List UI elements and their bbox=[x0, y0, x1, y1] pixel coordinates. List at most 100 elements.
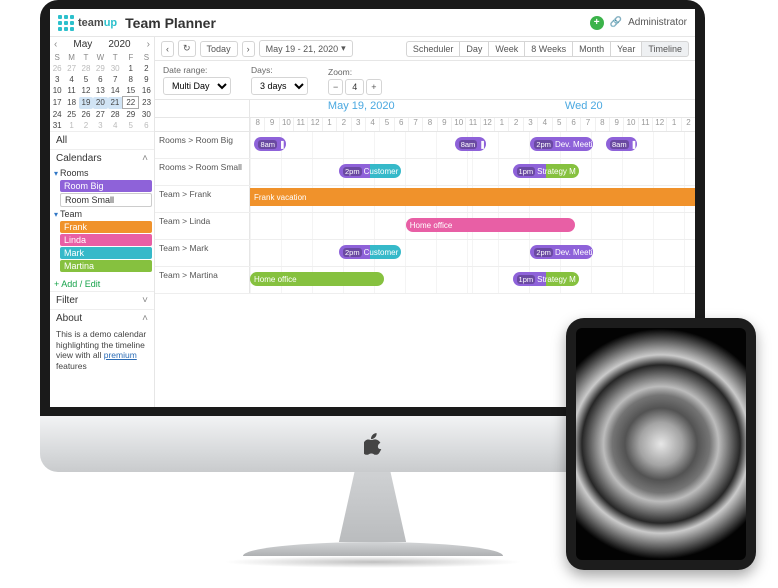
timeline-day-header[interactable]: May 19, 2020 bbox=[250, 100, 473, 117]
timeline-row-body[interactable]: 8am❚ 8am❚ 2pmDev. Meeti 8am❚ bbox=[250, 132, 695, 158]
mini-cal-day[interactable]: 14 bbox=[108, 85, 123, 97]
zoom-out-button[interactable]: − bbox=[328, 79, 343, 95]
add-button[interactable]: + bbox=[590, 16, 604, 30]
mini-cal-day[interactable]: 6 bbox=[139, 120, 154, 131]
mini-cal-day[interactable]: 27 bbox=[93, 109, 107, 121]
mini-cal-day[interactable]: 1 bbox=[123, 63, 139, 74]
timeline-row-body[interactable]: 2pmCustomer 1pmStrategy M bbox=[250, 159, 695, 185]
mini-calendar[interactable]: SMTWTFS 26272829301234567891011121314151… bbox=[50, 52, 154, 131]
mini-cal-day[interactable]: 12 bbox=[79, 85, 93, 97]
timeline-row-body[interactable]: Home office 1pmStrategy M bbox=[250, 267, 695, 293]
view-tab-month[interactable]: Month bbox=[572, 41, 610, 57]
mini-cal-day[interactable]: 11 bbox=[64, 85, 78, 97]
mini-cal-day[interactable]: 3 bbox=[50, 74, 64, 85]
mini-cal-day[interactable]: 27 bbox=[64, 63, 78, 74]
date-range-picker[interactable]: May 19 - 21, 2020▾ bbox=[259, 40, 353, 57]
timeline-event[interactable]: 2pmCustomer bbox=[339, 164, 401, 178]
days-select[interactable]: 3 days bbox=[251, 77, 308, 95]
timeline-event[interactable]: Home office bbox=[406, 218, 575, 232]
tablet-mockup bbox=[566, 318, 756, 570]
mini-cal-day[interactable]: 6 bbox=[93, 74, 107, 85]
calendar-item[interactable]: Linda bbox=[60, 234, 152, 246]
date-range-select[interactable]: Multi Day bbox=[163, 77, 231, 95]
timeline-hour-tick: 4 bbox=[537, 118, 551, 131]
zoom-in-button[interactable]: + bbox=[366, 79, 381, 95]
sidebar-about-toggle[interactable]: About˄ bbox=[50, 309, 154, 327]
timeline-row-body[interactable]: Home office bbox=[250, 213, 695, 239]
calendar-group[interactable]: ▾Rooms bbox=[52, 167, 152, 179]
sidebar-all[interactable]: All bbox=[50, 131, 154, 149]
mini-cal-day[interactable]: 31 bbox=[50, 120, 64, 131]
timeline-event[interactable]: 2pmCustomer bbox=[339, 245, 401, 259]
view-tab-scheduler[interactable]: Scheduler bbox=[406, 41, 460, 57]
today-button[interactable]: Today bbox=[200, 41, 238, 57]
timeline-row-body[interactable]: 2pmCustomer 2pmDev. Meeti bbox=[250, 240, 695, 266]
mini-cal-day[interactable]: 10 bbox=[50, 85, 64, 97]
mini-cal-day[interactable]: 7 bbox=[108, 74, 123, 85]
mini-cal-day[interactable]: 17 bbox=[50, 97, 64, 109]
sidebar-calendars-toggle[interactable]: Calendars˄ bbox=[50, 149, 154, 167]
mini-cal-day[interactable]: 5 bbox=[79, 74, 93, 85]
timeline-event[interactable]: 2pmDev. Meeti bbox=[530, 137, 592, 151]
prev-button[interactable]: ‹ bbox=[161, 41, 174, 57]
timeline-event[interactable]: 1pmStrategy M bbox=[513, 164, 580, 178]
mini-cal-day[interactable]: 22 bbox=[123, 97, 139, 109]
mini-cal-day[interactable]: 28 bbox=[108, 109, 123, 121]
calendar-item[interactable]: Mark bbox=[60, 247, 152, 259]
mini-cal-day[interactable]: 15 bbox=[123, 85, 139, 97]
mini-cal-day[interactable]: 21 bbox=[108, 97, 123, 109]
add-edit-link[interactable]: + Add / Edit bbox=[50, 277, 154, 291]
mini-cal-day[interactable]: 2 bbox=[79, 120, 93, 131]
mini-cal-day[interactable]: 1 bbox=[64, 120, 78, 131]
mini-cal-day[interactable]: 13 bbox=[93, 85, 107, 97]
timeline-event[interactable]: Frank vacation bbox=[250, 188, 695, 206]
timeline-day-header[interactable]: Wed 20 bbox=[473, 100, 696, 117]
mini-cal-prev[interactable]: ‹ bbox=[54, 39, 57, 50]
mini-cal-day[interactable]: 24 bbox=[50, 109, 64, 121]
mini-cal-day[interactable]: 18 bbox=[64, 97, 78, 109]
mini-cal-day[interactable]: 29 bbox=[93, 63, 107, 74]
mini-cal-day[interactable]: 29 bbox=[123, 109, 139, 121]
calendar-item[interactable]: Frank bbox=[60, 221, 152, 233]
mini-cal-day[interactable]: 5 bbox=[123, 120, 139, 131]
mini-cal-day[interactable]: 9 bbox=[139, 74, 154, 85]
timeline-event[interactable]: 8am❚ bbox=[606, 137, 637, 151]
refresh-button[interactable]: ↻ bbox=[178, 40, 196, 57]
mini-cal-day[interactable]: 30 bbox=[108, 63, 123, 74]
admin-label[interactable]: Administrator bbox=[628, 17, 687, 28]
view-tab-week[interactable]: Week bbox=[488, 41, 524, 57]
timeline-event[interactable]: 8am❚ bbox=[455, 137, 486, 151]
mini-cal-day[interactable]: 26 bbox=[50, 63, 64, 74]
mini-cal-day[interactable]: 25 bbox=[64, 109, 78, 121]
calendar-item[interactable]: Martina bbox=[60, 260, 152, 272]
mini-cal-day[interactable]: 4 bbox=[64, 74, 78, 85]
next-button[interactable]: › bbox=[242, 41, 255, 57]
mini-cal-day[interactable]: 8 bbox=[123, 74, 139, 85]
calendar-item[interactable]: Room Big bbox=[60, 180, 152, 192]
sidebar-filter-toggle[interactable]: Filter˅ bbox=[50, 291, 154, 309]
view-tab-timeline[interactable]: Timeline bbox=[641, 41, 689, 57]
mini-cal-day[interactable]: 30 bbox=[139, 109, 154, 121]
timeline-event[interactable]: 1pmStrategy M bbox=[513, 272, 580, 286]
premium-link[interactable]: premium bbox=[104, 350, 137, 360]
mini-cal-day[interactable]: 23 bbox=[139, 97, 154, 109]
mini-cal-day[interactable]: 26 bbox=[79, 109, 93, 121]
view-tab-day[interactable]: Day bbox=[459, 41, 488, 57]
mini-cal-day[interactable]: 20 bbox=[93, 97, 107, 109]
view-tab-year[interactable]: Year bbox=[610, 41, 641, 57]
timeline-event[interactable]: 8am❚ bbox=[254, 137, 285, 151]
mini-cal-day[interactable]: 2 bbox=[139, 63, 154, 74]
timeline-event[interactable]: 2pmDev. Meeti bbox=[530, 245, 592, 259]
timeline-row-body[interactable]: Frank vacation bbox=[250, 186, 695, 212]
view-tab-8-weeks[interactable]: 8 Weeks bbox=[524, 41, 572, 57]
mini-cal-day[interactable]: 19 bbox=[79, 97, 93, 109]
brand-logo[interactable]: teamup bbox=[58, 15, 117, 31]
mini-cal-day[interactable]: 16 bbox=[139, 85, 154, 97]
mini-cal-next[interactable]: › bbox=[147, 39, 150, 50]
calendar-item[interactable]: Room Small bbox=[60, 193, 152, 207]
mini-cal-day[interactable]: 3 bbox=[93, 120, 107, 131]
calendar-group[interactable]: ▾Team bbox=[52, 208, 152, 220]
mini-cal-day[interactable]: 4 bbox=[108, 120, 123, 131]
mini-cal-day[interactable]: 28 bbox=[79, 63, 93, 74]
timeline-event[interactable]: Home office bbox=[250, 272, 384, 286]
